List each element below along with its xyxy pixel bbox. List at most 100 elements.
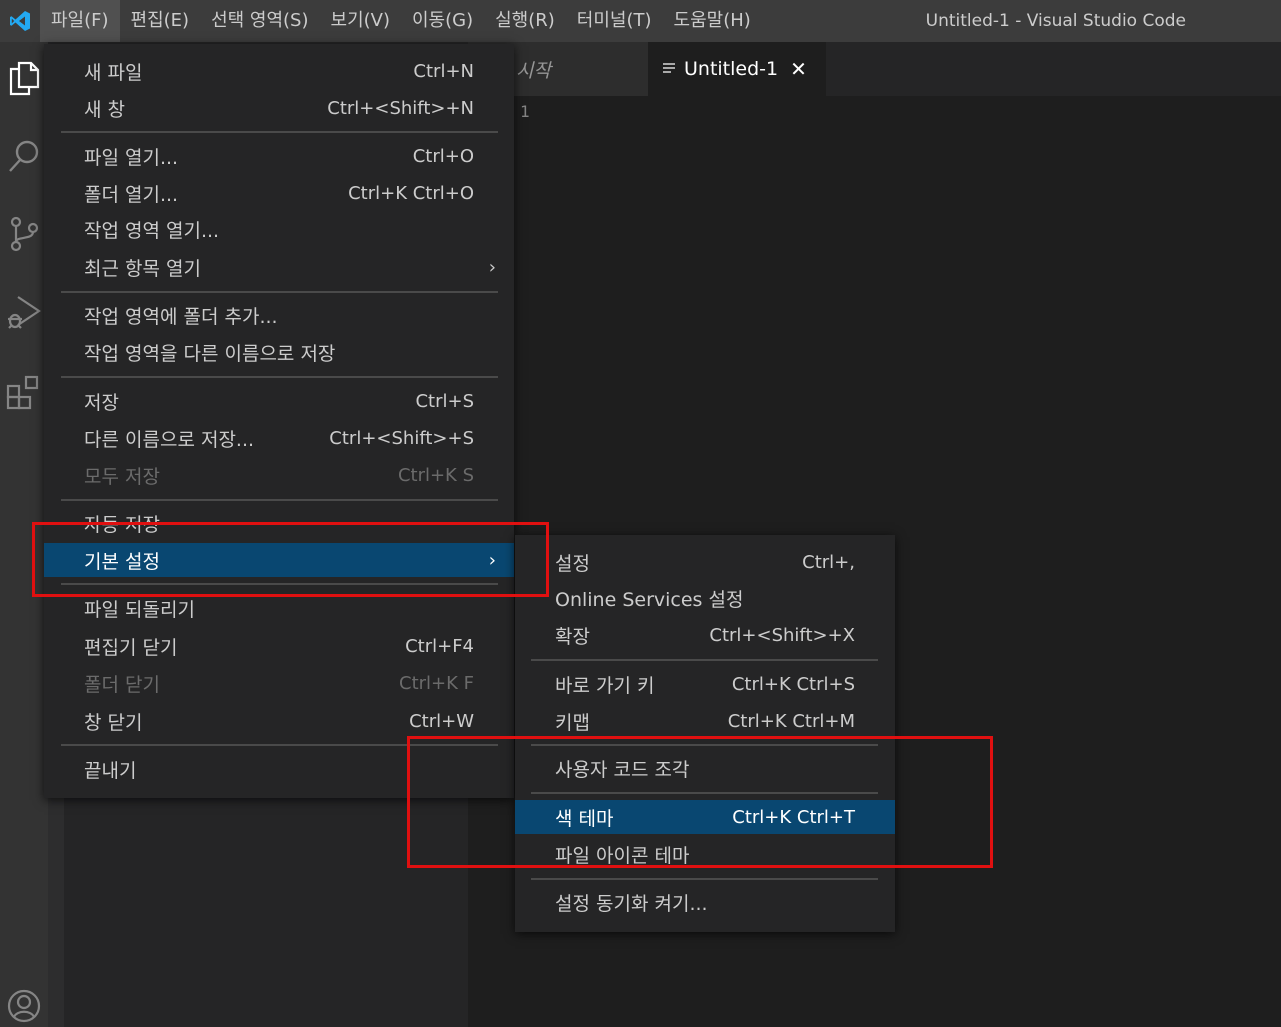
menu-item-label: 최근 항목 열기 — [84, 257, 201, 280]
menu-separator — [531, 659, 878, 661]
menu-item-label: 작업 영역을 다른 이름으로 저장 — [84, 342, 336, 365]
menu-item-label: 새 파일 — [84, 61, 143, 84]
menu-separator — [531, 878, 878, 880]
explorer-icon[interactable] — [0, 54, 48, 102]
menu-item-color-theme[interactable]: 색 테마 Ctrl+K Ctrl+T — [515, 800, 895, 834]
menu-item-shortcut: Ctrl+<Shift>+S — [329, 427, 474, 449]
menu-separator — [61, 499, 498, 501]
menu-item-shortcut: Ctrl+W — [409, 710, 474, 732]
close-icon[interactable]: ✕ — [790, 57, 807, 81]
tab-untitled-1[interactable]: Untitled-1 ✕ — [648, 42, 826, 96]
menu-item-label: 바로 가기 키 — [555, 674, 655, 697]
menu-item-online-services-settings[interactable]: Online Services 설정 — [515, 581, 895, 615]
menu-run[interactable]: 실행(R) — [484, 0, 566, 42]
menu-item-label: 새 창 — [84, 98, 125, 121]
menu-item-shortcut: Ctrl+S — [415, 390, 474, 412]
menu-item-new-window[interactable]: 새 창 Ctrl+<Shift>+N — [44, 91, 514, 125]
menu-separator — [61, 744, 498, 746]
menu-item-label: 작업 영역에 폴더 추가... — [84, 305, 278, 328]
menu-item-label: 색 테마 — [555, 807, 614, 830]
source-control-icon[interactable] — [0, 210, 48, 258]
menu-item-exit[interactable]: 끝내기 — [44, 752, 514, 786]
menu-item-keymaps[interactable]: 키맵 Ctrl+K Ctrl+M — [515, 704, 895, 738]
menu-item-label: 파일 열기... — [84, 146, 179, 169]
menu-item-save[interactable]: 저장 Ctrl+S — [44, 384, 514, 418]
vscode-logo-icon — [0, 0, 40, 42]
menu-item-label: Online Services 설정 — [555, 588, 744, 611]
menu-item-label: 기본 설정 — [84, 550, 160, 573]
chevron-right-icon: › — [488, 549, 496, 571]
menu-file[interactable]: 파일(F) — [40, 0, 120, 42]
menu-item-shortcut: Ctrl+K F — [399, 672, 474, 694]
menu-item-label: 모두 저장 — [84, 465, 160, 488]
menu-item-extensions[interactable]: 확장 Ctrl+<Shift>+X — [515, 618, 895, 652]
editor-tabs: 시작 Untitled-1 ✕ — [468, 42, 1281, 96]
menu-item-label: 자동 저장 — [84, 513, 160, 536]
run-debug-icon[interactable] — [0, 288, 48, 336]
menu-item-shortcut: Ctrl+K Ctrl+S — [731, 673, 855, 695]
menu-item-close-folder: 폴더 닫기 Ctrl+K F — [44, 666, 514, 700]
line-number: 1 — [520, 102, 530, 121]
menu-item-auto-save[interactable]: 자동 저장 — [44, 506, 514, 540]
menu-item-keyboard-shortcuts[interactable]: 바로 가기 키 Ctrl+K Ctrl+S — [515, 667, 895, 701]
menu-separator — [531, 744, 878, 746]
menu-separator — [61, 376, 498, 378]
menu-item-label: 작업 영역 열기... — [84, 219, 220, 242]
menu-separator — [61, 583, 498, 585]
tab-untitled-1-label: Untitled-1 — [684, 58, 779, 80]
menu-item-preferences[interactable]: 기본 설정 › — [44, 543, 514, 577]
menu-item-user-snippets[interactable]: 사용자 코드 조각 — [515, 751, 895, 785]
menu-item-shortcut: Ctrl+K Ctrl+T — [732, 806, 855, 828]
menu-item-open-file[interactable]: 파일 열기... Ctrl+O — [44, 139, 514, 173]
menu-item-shortcut: Ctrl+<Shift>+X — [709, 624, 855, 646]
vscode-window: 파일(F) 편집(E) 선택 영역(S) 보기(V) 이동(G) 실행(R) 터… — [0, 0, 1281, 1027]
menu-item-shortcut: Ctrl+K S — [397, 464, 474, 486]
menu-terminal[interactable]: 터미널(T) — [566, 0, 663, 42]
file-menu: 새 파일 Ctrl+N 새 창 Ctrl+<Shift>+N 파일 열기... … — [44, 44, 514, 798]
menu-item-file-icon-theme[interactable]: 파일 아이콘 테마 — [515, 837, 895, 871]
menu-item-label: 폴더 열기... — [84, 183, 179, 206]
menu-item-close-editor[interactable]: 편집기 닫기 Ctrl+F4 — [44, 629, 514, 663]
menu-separator — [61, 291, 498, 293]
menu-item-label: 확장 — [555, 625, 590, 648]
menu-item-save-workspace-as[interactable]: 작업 영역을 다른 이름으로 저장 — [44, 335, 514, 369]
menu-item-label: 키맵 — [555, 711, 590, 734]
menu-item-open-workspace[interactable]: 작업 영역 열기... — [44, 212, 514, 246]
menu-item-turn-on-settings-sync[interactable]: 설정 동기화 켜기... — [515, 885, 895, 919]
menu-item-settings[interactable]: 설정 Ctrl+, — [515, 545, 895, 579]
menu-item-open-folder[interactable]: 폴더 열기... Ctrl+K Ctrl+O — [44, 176, 514, 210]
menu-item-label: 다른 이름으로 저장... — [84, 428, 255, 451]
text-file-icon — [662, 58, 676, 80]
menu-view[interactable]: 보기(V) — [320, 0, 401, 42]
menu-item-label: 끝내기 — [84, 759, 137, 782]
menu-item-label: 파일 아이콘 테마 — [555, 844, 690, 867]
extensions-icon[interactable] — [0, 368, 48, 416]
menu-item-label: 설정 — [555, 552, 590, 575]
menu-separator — [531, 792, 878, 794]
menu-item-label: 폴더 닫기 — [84, 673, 160, 696]
title-bar: 파일(F) 편집(E) 선택 영역(S) 보기(V) 이동(G) 실행(R) 터… — [0, 0, 1281, 42]
side-bar-edge — [48, 798, 64, 1027]
menu-item-label: 사용자 코드 조각 — [555, 758, 690, 781]
activity-bar — [0, 42, 48, 1027]
chevron-right-icon: › — [488, 256, 496, 278]
search-icon[interactable] — [0, 132, 48, 180]
menu-item-close-window[interactable]: 창 닫기 Ctrl+W — [44, 704, 514, 738]
menu-item-save-all: 모두 저장 Ctrl+K S — [44, 458, 514, 492]
preferences-submenu: 설정 Ctrl+, Online Services 설정 확장 Ctrl+<Sh… — [515, 535, 895, 932]
menu-edit[interactable]: 편집(E) — [120, 0, 201, 42]
menu-item-open-recent[interactable]: 최근 항목 열기 › — [44, 250, 514, 284]
menu-selection[interactable]: 선택 영역(S) — [200, 0, 319, 42]
menu-item-shortcut: Ctrl+<Shift>+N — [327, 97, 474, 119]
menu-item-save-as[interactable]: 다른 이름으로 저장... Ctrl+<Shift>+S — [44, 421, 514, 455]
menu-bar: 파일(F) 편집(E) 선택 영역(S) 보기(V) 이동(G) 실행(R) 터… — [40, 0, 762, 42]
menu-item-label: 저장 — [84, 391, 119, 414]
menu-item-shortcut: Ctrl+K Ctrl+O — [348, 182, 474, 204]
account-icon[interactable] — [0, 982, 48, 1027]
menu-separator — [61, 131, 498, 133]
menu-item-new-file[interactable]: 새 파일 Ctrl+N — [44, 54, 514, 88]
menu-item-add-folder-to-workspace[interactable]: 작업 영역에 폴더 추가... — [44, 298, 514, 332]
menu-item-revert-file[interactable]: 파일 되돌리기 — [44, 591, 514, 625]
menu-help[interactable]: 도움말(H) — [663, 0, 762, 42]
menu-go[interactable]: 이동(G) — [401, 0, 484, 42]
